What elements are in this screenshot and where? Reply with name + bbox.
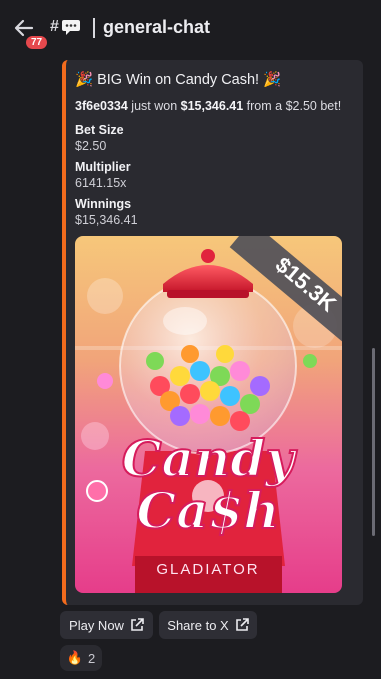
candy-cash-artwork: $15.3K Candy Ca$h GLADIATOR [75, 236, 342, 593]
channel-type-icons: # [50, 18, 81, 36]
notification-badge: 77 [24, 34, 50, 51]
share-to-x-button[interactable]: Share to X [159, 611, 257, 639]
external-link-icon [131, 618, 144, 631]
external-link-icon [235, 618, 249, 631]
fire-reaction[interactable]: 🔥 2 [60, 645, 102, 671]
channel-header: 77 # general-chat [0, 0, 381, 56]
game-thumbnail-image[interactable]: $15.3K Candy Ca$h GLADIATOR [75, 236, 342, 593]
provider-name: GLADIATOR [156, 561, 259, 578]
chat-bubble-icon [61, 20, 80, 35]
hashtag-icon: # [50, 18, 59, 35]
scrollbar[interactable] [372, 348, 375, 536]
win-embed: 🎉 BIG Win on Candy Cash! 🎉 3f6e0334 just… [62, 60, 363, 605]
field-multiplier-value: 6141.15x [75, 176, 127, 190]
embed-title: 🎉 BIG Win on Candy Cash! 🎉 [75, 72, 282, 88]
field-multiplier-label: Multiplier [75, 160, 131, 174]
play-now-button[interactable]: Play Now [60, 611, 153, 639]
win-amount: $15,346.41 [180, 99, 244, 113]
reaction-count: 2 [87, 650, 96, 666]
game-logo-line1: Candy [122, 429, 298, 488]
channel-title: general-chat [103, 17, 211, 37]
embed-description: 3f6e0334 just won $15,346.41 from a $2.5… [75, 98, 353, 114]
desc-text-end: from a $2.50 bet! [243, 99, 342, 113]
play-now-label: Play Now [69, 617, 124, 633]
field-bet-size-value: $2.50 [75, 139, 107, 153]
field-bet-size-label: Bet Size [75, 123, 124, 137]
desc-text: just won [127, 99, 181, 113]
game-logo-line2: Ca$h [136, 481, 279, 540]
winner-username: 3f6e0334 [75, 99, 128, 113]
separator [93, 18, 95, 38]
fire-icon: 🔥 [66, 650, 83, 665]
field-winnings-value: $15,346.41 [75, 213, 138, 227]
field-winnings-label: Winnings [75, 197, 132, 211]
share-to-x-label: Share to X [167, 617, 229, 633]
